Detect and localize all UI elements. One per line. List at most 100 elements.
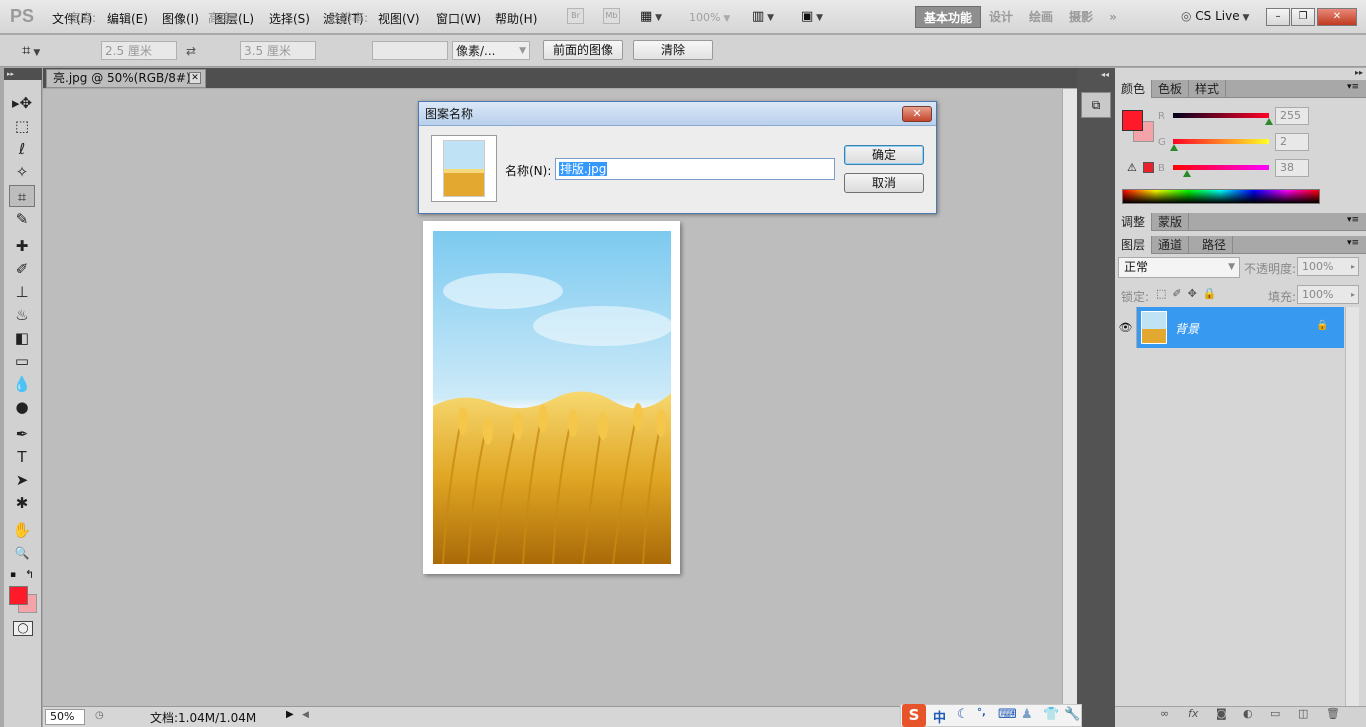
- green-slider-thumb[interactable]: [1169, 144, 1178, 151]
- lock-icons[interactable]: ⬚✐✥🔒: [1156, 287, 1223, 300]
- eraser-tool-icon[interactable]: ◧: [9, 327, 35, 349]
- eye-icon[interactable]: 👁: [1115, 307, 1137, 348]
- new-group-icon[interactable]: ▭: [1270, 707, 1280, 720]
- fill-input[interactable]: 100% ▸: [1297, 285, 1359, 304]
- red-slider-thumb[interactable]: [1265, 118, 1273, 125]
- menu-select[interactable]: 选择(S): [269, 10, 310, 27]
- collapse-panels-icon[interactable]: ▸▸: [1355, 68, 1363, 77]
- trash-icon[interactable]: 🗑: [1326, 707, 1340, 720]
- blend-mode-select[interactable]: 正常 ▼: [1118, 257, 1240, 278]
- green-slider[interactable]: [1169, 139, 1269, 151]
- swap-colors-icon[interactable]: ↰: [25, 568, 34, 581]
- moon-icon[interactable]: ☾: [957, 707, 969, 722]
- status-arrow-icon[interactable]: ▶: [286, 709, 294, 720]
- height-input[interactable]: 3.5 厘米: [240, 41, 316, 60]
- menu-image[interactable]: 图像(I): [162, 10, 199, 27]
- restore-button[interactable]: ❐: [1291, 8, 1315, 26]
- hand-tool-icon[interactable]: ✋: [9, 519, 35, 541]
- front-image-button[interactable]: 前面的图像: [543, 40, 623, 60]
- document-tab[interactable]: 亮.jpg @ 50%(RGB/8#) *: [46, 69, 206, 88]
- pen-tool-icon[interactable]: ✒: [9, 423, 35, 445]
- red-value-input[interactable]: 255: [1275, 107, 1309, 125]
- pattern-name-input[interactable]: 排版.jpg: [555, 158, 835, 180]
- lasso-tool-icon[interactable]: ℓ: [9, 138, 35, 160]
- type-tool-icon[interactable]: T: [9, 446, 35, 468]
- ok-button[interactable]: 确定: [844, 145, 924, 165]
- zoom-tool-icon[interactable]: 🔍: [9, 542, 35, 564]
- crop-tool-preset-icon[interactable]: ⌗ ▼: [22, 41, 40, 59]
- tab-channels[interactable]: 通道: [1152, 236, 1190, 254]
- panel-menu-icon[interactable]: ▾≡: [1347, 82, 1359, 92]
- new-layer-icon[interactable]: ◫: [1298, 707, 1308, 720]
- workspace-more-button[interactable]: »: [1101, 6, 1125, 28]
- layers-scrollbar[interactable]: [1345, 307, 1359, 707]
- film-icon[interactable]: ▦ ▼: [640, 9, 662, 24]
- link-layers-icon[interactable]: ∞: [1160, 707, 1169, 720]
- color-spectrum-bar[interactable]: [1122, 189, 1320, 204]
- sogou-logo-icon[interactable]: S: [902, 704, 926, 727]
- red-slider[interactable]: [1173, 113, 1273, 125]
- eyedropper-tool-icon[interactable]: ✎: [9, 208, 35, 230]
- ime-language-toggle[interactable]: 中: [933, 707, 946, 726]
- resolution-unit-select[interactable]: 像素/... ▼: [452, 41, 530, 60]
- layer-name[interactable]: 背景: [1175, 320, 1199, 337]
- crop-tool-icon[interactable]: ⌗: [9, 185, 35, 207]
- tab-swatches[interactable]: 色板: [1152, 80, 1190, 98]
- green-value-input[interactable]: 2: [1275, 133, 1309, 151]
- tab-adjustments[interactable]: 调整: [1115, 213, 1153, 231]
- cancel-button[interactable]: 取消: [844, 173, 924, 193]
- quick-mask-icon[interactable]: ◯: [13, 621, 33, 636]
- swap-dimensions-icon[interactable]: ⇄: [186, 44, 196, 58]
- minimize-button[interactable]: –: [1266, 8, 1290, 26]
- screen-mode-icon[interactable]: ▣ ▼: [801, 9, 823, 24]
- menu-help[interactable]: 帮助(H): [495, 10, 537, 27]
- workspace-photography[interactable]: 摄影: [1061, 6, 1101, 28]
- default-colors-icon[interactable]: ▪: [10, 570, 16, 580]
- adjustment-layer-icon[interactable]: ◐: [1243, 707, 1253, 720]
- dodge-tool-icon[interactable]: ●: [9, 396, 35, 418]
- wrench-icon[interactable]: 🔧: [1064, 707, 1080, 722]
- skin-icon[interactable]: 👕: [1043, 707, 1059, 722]
- layer-style-icon[interactable]: fx: [1188, 707, 1198, 720]
- tab-paths[interactable]: 路径: [1196, 236, 1234, 254]
- tab-styles[interactable]: 样式: [1189, 80, 1227, 98]
- workspace-essentials[interactable]: 基本功能: [915, 6, 982, 28]
- zoom-level-select[interactable]: 100% ▼: [689, 11, 730, 24]
- blue-slider[interactable]: [1173, 165, 1269, 177]
- gamut-color-chip[interactable]: [1143, 162, 1154, 173]
- workspace-design[interactable]: 设计: [981, 6, 1021, 28]
- punctuation-icon[interactable]: °,: [977, 707, 986, 718]
- clear-button[interactable]: 清除: [633, 40, 713, 60]
- menu-edit[interactable]: 编辑(E): [107, 10, 148, 27]
- opacity-input[interactable]: 100% ▸: [1297, 257, 1359, 276]
- zoom-field[interactable]: 50%: [45, 709, 85, 725]
- blue-slider-thumb[interactable]: [1183, 170, 1192, 177]
- clone-stamp-tool-icon[interactable]: ⊥: [9, 281, 35, 303]
- workspace-painting[interactable]: 绘画: [1021, 6, 1061, 28]
- mini-bridge-button[interactable]: Mb: [603, 8, 620, 24]
- arrange-documents-icon[interactable]: ▥ ▼: [752, 9, 774, 24]
- canvas-vertical-scrollbar[interactable]: [1062, 89, 1077, 706]
- move-tool-icon[interactable]: ▸✥: [9, 92, 35, 114]
- healing-brush-tool-icon[interactable]: ✚: [9, 235, 35, 257]
- menu-window[interactable]: 窗口(W): [436, 10, 481, 27]
- marquee-tool-icon[interactable]: ⬚: [9, 115, 35, 137]
- user-icon[interactable]: ♟: [1021, 707, 1033, 722]
- blur-tool-icon[interactable]: 💧: [9, 373, 35, 395]
- blue-value-input[interactable]: 38: [1275, 159, 1309, 177]
- gamut-warning-icon[interactable]: ⚠: [1127, 161, 1137, 174]
- keyboard-icon[interactable]: ⌨: [998, 707, 1017, 722]
- color-fg-swatch[interactable]: [1122, 110, 1143, 131]
- gradient-tool-icon[interactable]: ▭: [9, 350, 35, 372]
- tab-masks[interactable]: 蒙版: [1152, 213, 1190, 231]
- tab-color[interactable]: 颜色: [1115, 80, 1153, 98]
- path-selection-tool-icon[interactable]: ➤: [9, 469, 35, 491]
- tools-panel-header[interactable]: ▸▸: [4, 68, 42, 80]
- dialog-close-icon[interactable]: ✕: [902, 106, 932, 122]
- custom-shape-tool-icon[interactable]: ✱: [9, 492, 35, 514]
- status-menu-icon[interactable]: ◷: [95, 710, 104, 721]
- bridge-button[interactable]: Br: [567, 8, 584, 24]
- foreground-color-swatch[interactable]: [9, 586, 28, 605]
- window-close-button[interactable]: ✕: [1317, 8, 1357, 26]
- brush-tool-icon[interactable]: ✐: [9, 258, 35, 280]
